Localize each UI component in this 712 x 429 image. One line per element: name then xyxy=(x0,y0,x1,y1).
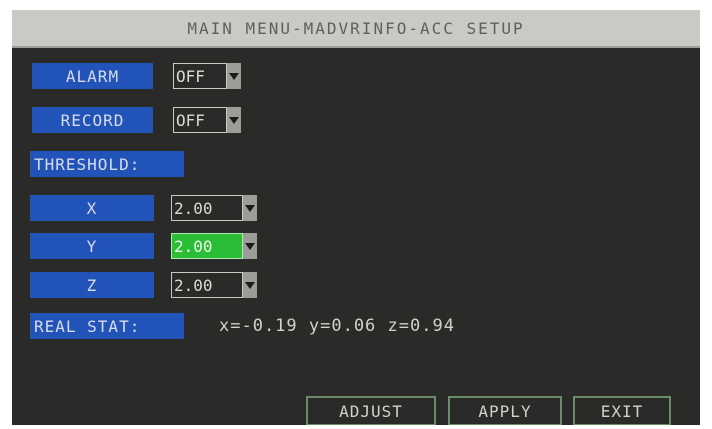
threshold-y-select[interactable]: 2.00 xyxy=(171,233,257,259)
threshold-x-value: 2.00 xyxy=(171,195,243,221)
alarm-select[interactable]: OFF xyxy=(173,63,241,89)
apply-button[interactable]: APPLY xyxy=(448,396,562,425)
threshold-y-label: Y xyxy=(30,233,154,259)
record-select[interactable]: OFF xyxy=(173,107,241,133)
alarm-value: OFF xyxy=(173,63,227,89)
record-value: OFF xyxy=(173,107,227,133)
threshold-z-select[interactable]: 2.00 xyxy=(171,272,257,298)
chevron-down-icon[interactable] xyxy=(243,195,257,221)
threshold-z-label: Z xyxy=(30,272,154,298)
adjust-button[interactable]: ADJUST xyxy=(306,396,436,425)
chevron-down-icon[interactable] xyxy=(243,272,257,298)
real-stat-readout: x=-0.19 y=0.06 z=0.94 xyxy=(219,316,455,336)
threshold-x-label: X xyxy=(30,195,154,221)
chevron-down-icon[interactable] xyxy=(243,233,257,259)
record-label: RECORD xyxy=(32,107,153,133)
exit-button[interactable]: EXIT xyxy=(573,396,671,425)
threshold-y-value: 2.00 xyxy=(171,233,243,259)
threshold-x-select[interactable]: 2.00 xyxy=(171,195,257,221)
title-bar: MAIN MENU-MADVRINFO-ACC SETUP xyxy=(12,10,700,48)
screen: MAIN MENU-MADVRINFO-ACC SETUP ALARM OFF … xyxy=(0,0,712,429)
chevron-down-icon[interactable] xyxy=(227,63,241,89)
threshold-heading: THRESHOLD: xyxy=(30,151,184,177)
osd-panel: MAIN MENU-MADVRINFO-ACC SETUP ALARM OFF … xyxy=(12,10,700,425)
chevron-down-icon[interactable] xyxy=(227,107,241,133)
alarm-label: ALARM xyxy=(32,63,153,89)
threshold-z-value: 2.00 xyxy=(171,272,243,298)
real-stat-label: REAL STAT: xyxy=(30,313,184,339)
window-title: MAIN MENU-MADVRINFO-ACC SETUP xyxy=(187,18,525,38)
